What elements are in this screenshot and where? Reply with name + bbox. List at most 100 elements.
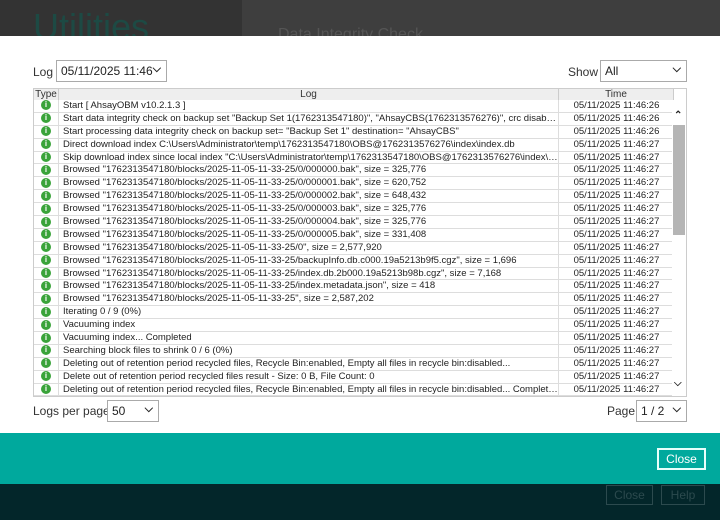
time-cell: 05/11/2025 11:46:27 (573, 216, 660, 228)
table-row[interactable]: i Browsed "1762313547180/blocks/2025-11-… (34, 254, 674, 268)
scrollbar[interactable]: ⌃ ⌵ (672, 100, 686, 396)
chevron-down-icon: ⌵ (672, 63, 681, 75)
column-header-log[interactable]: Log (59, 89, 559, 100)
log-cell: Direct download index C:\Users\Administr… (59, 138, 559, 151)
table-row[interactable]: i Vacuuming index 05/11/2025 11:46:27 (34, 319, 674, 333)
type-cell: i (34, 344, 59, 357)
table-row[interactable]: i Start data integrity check on backup s… (34, 112, 674, 126)
time-cell: 05/11/2025 11:46:27 (573, 357, 660, 369)
time-cell: 05/11/2025 11:46:27 (573, 177, 660, 189)
log-cell: Searching block files to shrink 0 / 6 (0… (59, 344, 559, 357)
log-cell: Browsed "1762313547180/blocks/2025-11-05… (59, 164, 559, 177)
info-icon: i (41, 100, 51, 111)
scroll-down-icon[interactable]: ⌵ (674, 378, 682, 389)
time-cell: 05/11/2025 11:46:27 (573, 228, 660, 240)
scroll-up-icon[interactable]: ⌃ (674, 110, 682, 121)
logs-per-page-select[interactable]: 50 ⌵ (107, 400, 159, 422)
background-title: Utilities (33, 6, 150, 36)
type-cell: i (34, 138, 59, 151)
log-table: Type Log Time i Start [ AhsayOBM v10.2.1… (33, 88, 687, 397)
log-cell: Browsed "1762313547180/blocks/2025-11-05… (59, 254, 559, 267)
info-icon: i (41, 242, 51, 253)
info-icon: i (41, 152, 51, 163)
time-cell: 05/11/2025 11:46:27 (573, 370, 660, 382)
info-icon: i (41, 332, 51, 343)
info-icon: i (41, 293, 51, 304)
close-button[interactable]: Close (657, 448, 706, 470)
table-row[interactable]: i Deleting out of retention period recyc… (34, 357, 674, 371)
type-cell: i (34, 228, 59, 241)
table-row[interactable]: i Browsed "1762313547180/blocks/2025-11-… (34, 267, 674, 281)
table-row[interactable]: i Browsed "1762313547180/blocks/2025-11-… (34, 280, 674, 294)
type-cell: i (34, 280, 59, 293)
time-cell: 05/11/2025 11:46:27 (573, 319, 660, 331)
table-header: Type Log Time (34, 89, 674, 100)
table-row[interactable]: i Browsed "1762313547180/blocks/2025-11-… (34, 293, 674, 307)
info-icon: i (41, 164, 51, 175)
time-cell: 05/11/2025 11:46:27 (573, 383, 660, 395)
log-cell: Browsed "1762313547180/blocks/2025-11-05… (59, 280, 559, 293)
show-filter-select[interactable]: All ⌵ (600, 60, 687, 82)
info-icon: i (41, 113, 51, 124)
time-cell: 05/11/2025 11:46:26 (573, 112, 660, 124)
table-row[interactable]: i Browsed "1762313547180/blocks/2025-11-… (34, 190, 674, 204)
table-row[interactable]: i Browsed "1762313547180/blocks/2025-11-… (34, 177, 674, 191)
column-header-type[interactable]: Type (34, 89, 59, 100)
table-row[interactable]: i Start processing data integrity check … (34, 125, 674, 139)
table-row[interactable]: i Vacuuming index... Completed 05/11/202… (34, 332, 674, 345)
dialog-footer (0, 433, 720, 484)
info-icon: i (41, 371, 51, 382)
info-icon: i (41, 190, 51, 201)
info-icon: i (41, 229, 51, 240)
table-row[interactable]: i Delete out of retention period recycle… (34, 370, 674, 384)
type-cell: i (34, 241, 59, 254)
log-cell: Vacuuming index... Completed (59, 332, 559, 344)
table-row[interactable]: i Browsed "1762313547180/blocks/2025-11-… (34, 216, 674, 229)
chevron-down-icon: ⌵ (672, 403, 681, 415)
type-cell: i (34, 306, 59, 319)
table-row[interactable]: i Browsed "1762313547180/blocks/2025-11-… (34, 228, 674, 242)
type-cell: i (34, 254, 59, 267)
type-cell: i (34, 203, 59, 216)
table-row[interactable]: i Browsed "1762313547180/blocks/2025-11-… (34, 241, 674, 255)
table-row[interactable]: i Deleting out of retention period recyc… (34, 383, 674, 396)
time-cell: 05/11/2025 11:46:27 (573, 203, 660, 215)
log-cell: Delete out of retention period recycled … (59, 370, 559, 383)
scrollbar-thumb[interactable] (673, 125, 685, 235)
table-row[interactable]: i Iterating 0 / 9 (0%) 05/11/2025 11:46:… (34, 306, 674, 320)
table-row[interactable]: i Skip download index since local index … (34, 151, 674, 165)
type-cell: i (34, 370, 59, 383)
info-icon: i (41, 319, 51, 330)
table-row[interactable]: i Searching block files to shrink 0 / 6 … (34, 344, 674, 358)
type-cell: i (34, 332, 59, 344)
type-cell: i (34, 267, 59, 280)
time-cell: 05/11/2025 11:46:27 (573, 344, 660, 356)
type-cell: i (34, 319, 59, 332)
log-cell: Browsed "1762313547180/blocks/2025-11-05… (59, 216, 559, 228)
logs-per-page-label: Logs per page (33, 404, 110, 418)
info-icon: i (41, 268, 51, 279)
time-cell: 05/11/2025 11:46:27 (573, 280, 660, 292)
log-cell: Skip download index since local index "C… (59, 151, 559, 164)
table-row[interactable]: i Start [ AhsayOBM v10.2.1.3 ] 05/11/202… (34, 100, 674, 113)
column-header-time[interactable]: Time (559, 89, 674, 100)
table-row[interactable]: i Browsed "1762313547180/blocks/2025-11-… (34, 203, 674, 217)
log-date-select[interactable]: 05/11/2025 11:46 ⌵ (56, 60, 167, 82)
page-select[interactable]: 1 / 2 ⌵ (636, 400, 687, 422)
table-row[interactable]: i Direct download index C:\Users\Adminis… (34, 138, 674, 152)
chevron-down-icon: ⌵ (152, 63, 161, 75)
time-cell: 05/11/2025 11:46:27 (573, 164, 660, 176)
time-cell: 05/11/2025 11:46:27 (573, 293, 660, 305)
log-cell: Iterating 0 / 9 (0%) (59, 306, 559, 319)
info-icon: i (41, 216, 51, 227)
info-icon: i (41, 306, 51, 317)
type-cell: i (34, 383, 59, 396)
page-label: Page (607, 404, 636, 418)
background-close-button: Close (606, 485, 653, 505)
log-cell: Start processing data integrity check on… (59, 125, 559, 138)
info-icon: i (41, 345, 51, 356)
type-cell: i (34, 293, 59, 306)
table-row[interactable]: i Browsed "1762313547180/blocks/2025-11-… (34, 164, 674, 178)
info-icon: i (41, 139, 51, 150)
log-cell: Deleting out of retention period recycle… (59, 383, 559, 396)
